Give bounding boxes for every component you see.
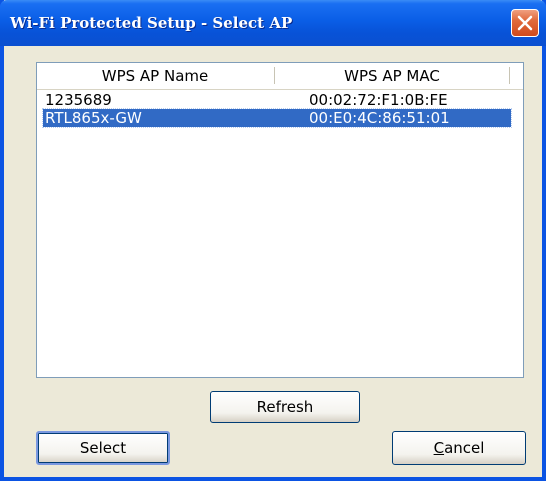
list-item[interactable]: 1235689 00:02:72:F1:0B:FE (43, 91, 511, 109)
close-icon (517, 15, 533, 31)
list-header: WPS AP Name WPS AP MAC (37, 63, 523, 90)
close-button[interactable] (511, 9, 539, 37)
cancel-button[interactable]: Cancel (392, 431, 526, 465)
refresh-label: Refresh (256, 398, 314, 416)
refresh-button[interactable]: Refresh (210, 391, 360, 423)
wps-ap-list[interactable]: WPS AP Name WPS AP MAC 1235689 00:02:72:… (36, 62, 524, 378)
ap-mac: 00:E0:4C:86:51:01 (309, 109, 450, 127)
cancel-label: ancel (444, 439, 485, 457)
ap-mac: 00:02:72:F1:0B:FE (309, 91, 448, 109)
ap-name: 1235689 (45, 91, 112, 109)
column-header-name[interactable]: WPS AP Name (37, 63, 273, 88)
column-header-mac[interactable]: WPS AP MAC (275, 63, 509, 88)
column-divider[interactable] (509, 67, 510, 84)
dialog-window: Wi-Fi Protected Setup - Select AP WPS AP… (0, 0, 546, 481)
select-label: Select (79, 439, 127, 457)
list-item-selected[interactable]: RTL865x-GW 00:E0:4C:86:51:01 (42, 108, 512, 128)
ap-name: RTL865x-GW (45, 109, 142, 127)
cancel-mnemonic: C (433, 439, 445, 457)
title-bar[interactable]: Wi-Fi Protected Setup - Select AP (0, 0, 546, 46)
select-button[interactable]: Select (36, 431, 170, 465)
window-title: Wi-Fi Protected Setup - Select AP (10, 14, 293, 32)
